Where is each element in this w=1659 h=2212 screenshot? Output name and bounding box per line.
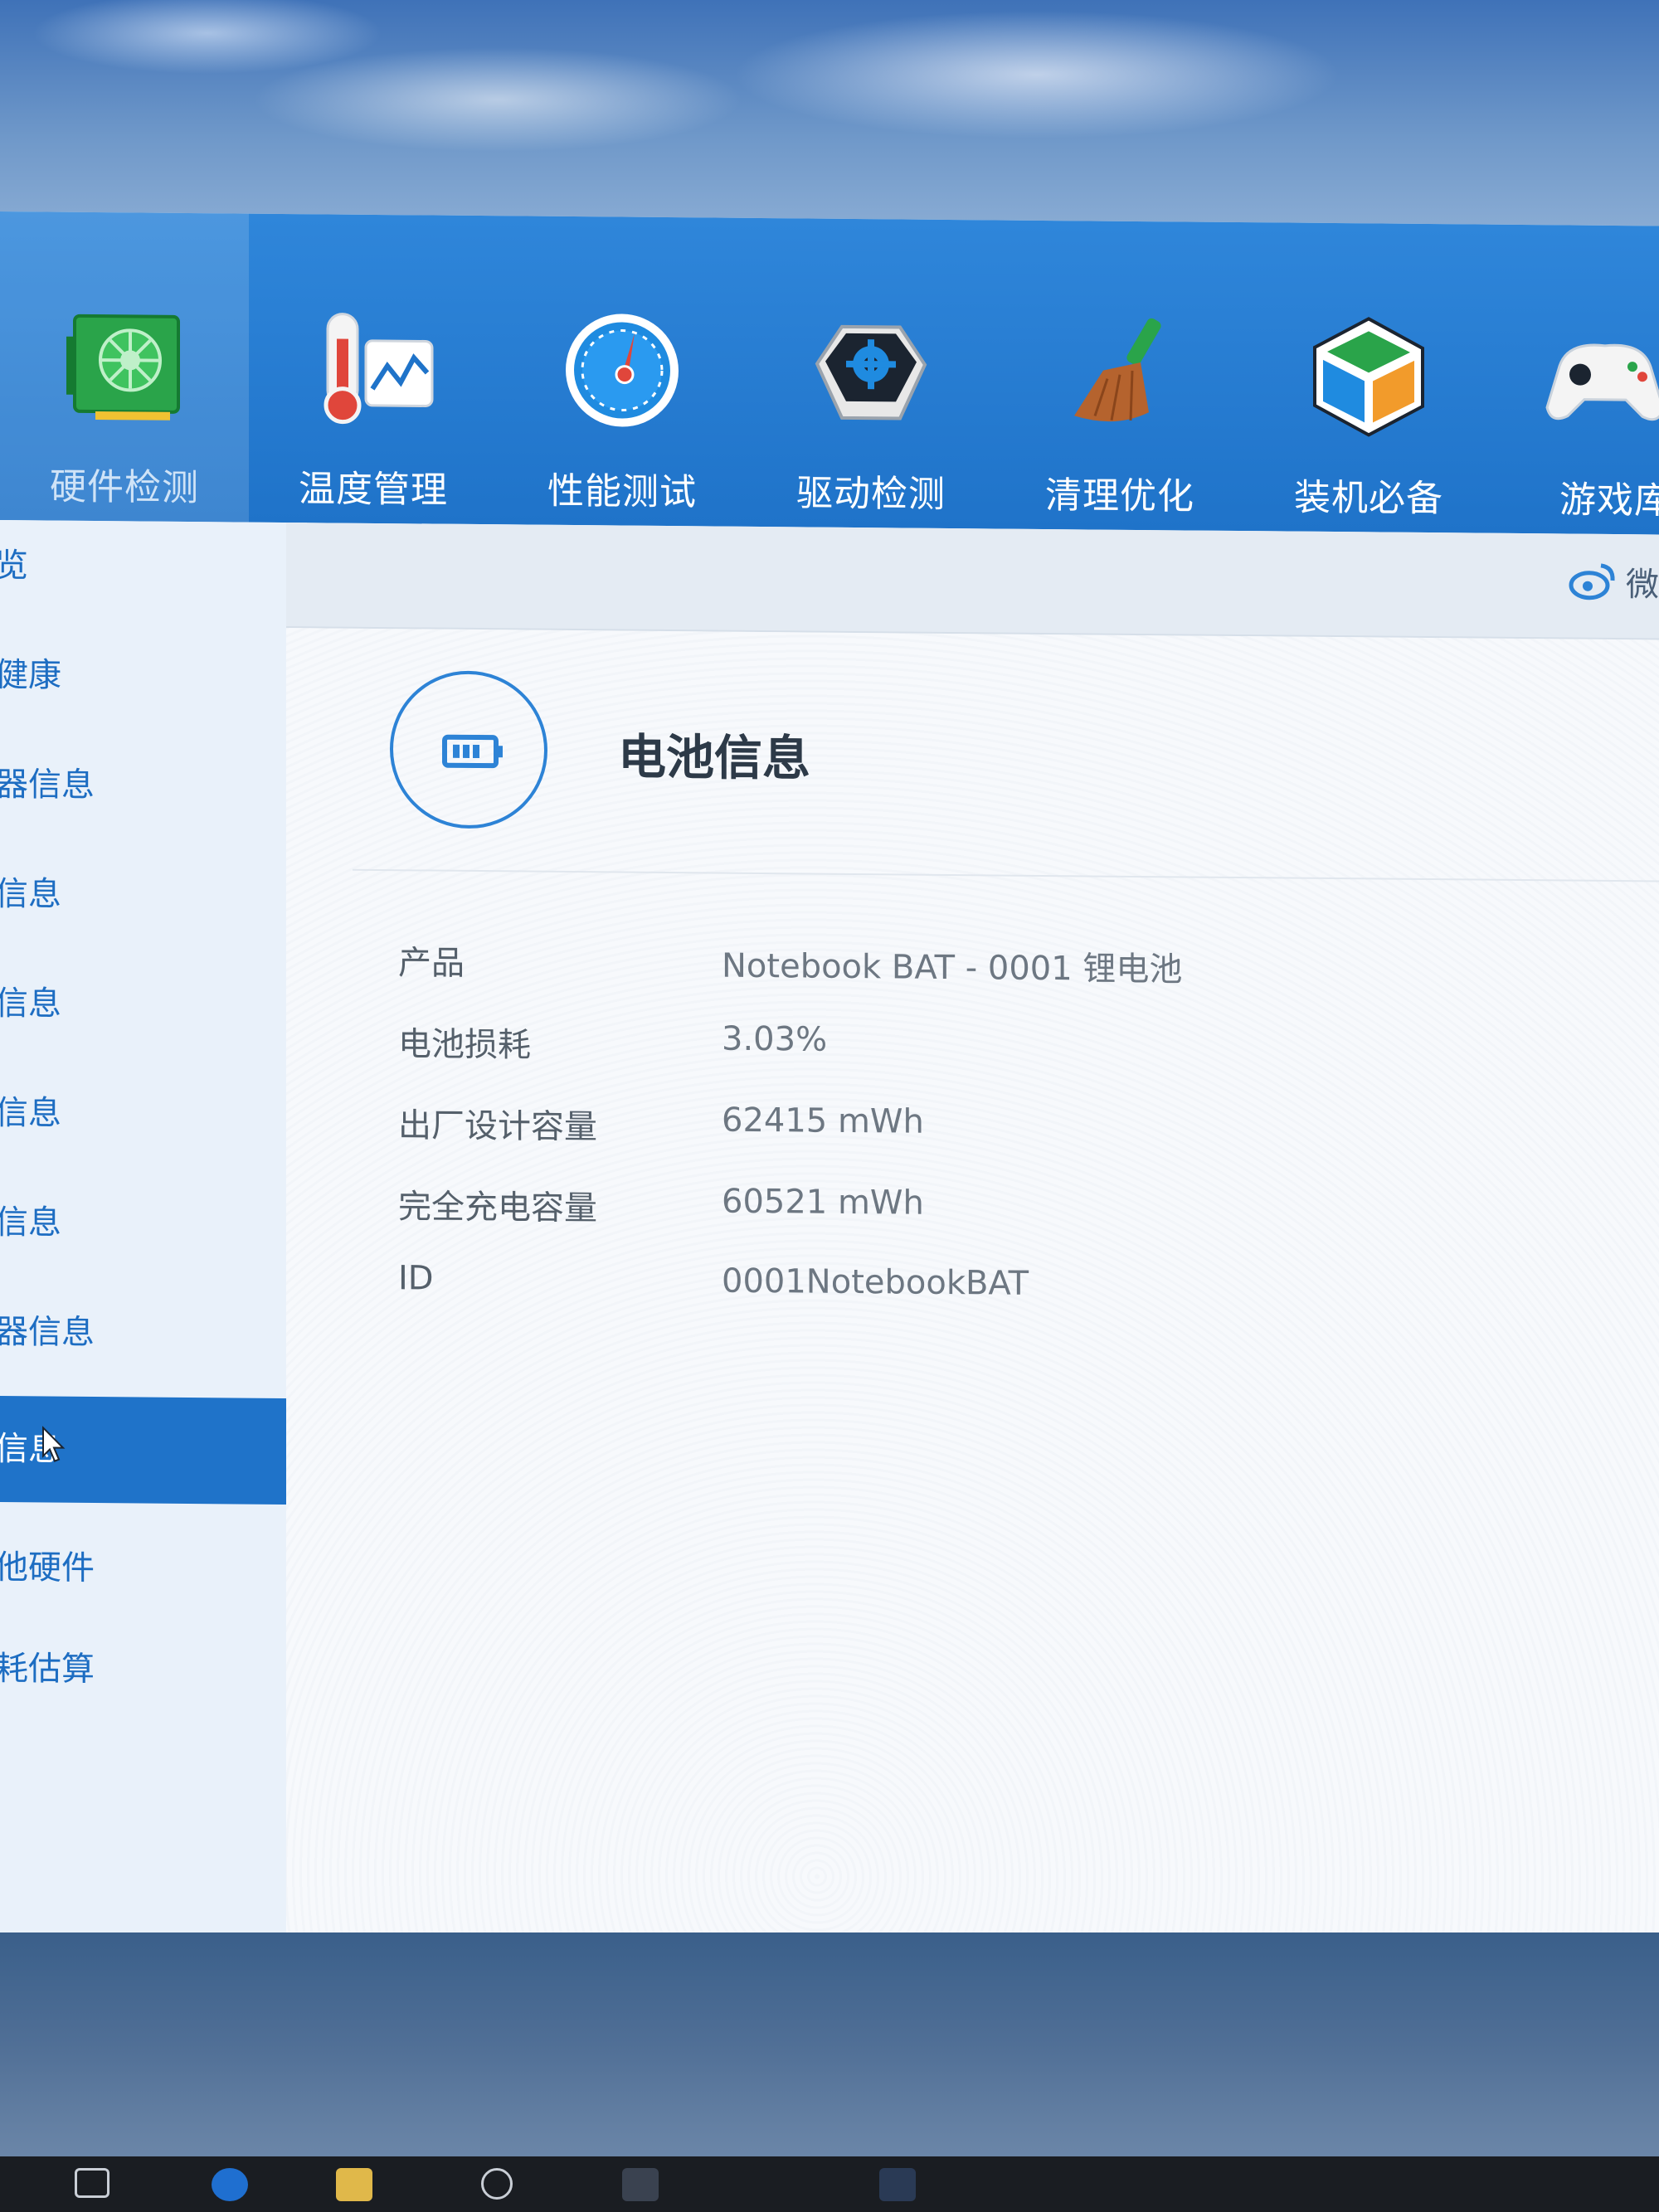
nav-item-temperature[interactable]: 温度管理 bbox=[249, 214, 498, 525]
thermometer-icon bbox=[324, 313, 434, 425]
sidebar-item-label: 他硬件 bbox=[0, 1548, 95, 1587]
taskbar bbox=[0, 2156, 1659, 2212]
sidebar-item-label: 览 bbox=[0, 546, 28, 586]
info-label: 完全充电容量 bbox=[398, 1188, 597, 1228]
sidebar: 览 健康 器信息 信息 信息 信息 信息 器信息 信息 他硬件 耗估算 bbox=[0, 520, 307, 1948]
info-row-product: 产品 Notebook BAT - 0001 锂电池 bbox=[398, 936, 1642, 996]
file-explorer-icon[interactable] bbox=[336, 2168, 372, 2201]
graphics-card-icon bbox=[66, 314, 180, 421]
task-view-icon[interactable] bbox=[75, 2168, 109, 2198]
nav-item-essentials[interactable]: 装机必备 bbox=[1244, 222, 1493, 533]
sidebar-item-label: 器信息 bbox=[0, 1312, 95, 1352]
broom-icon bbox=[1074, 318, 1161, 422]
nav-item-cleanup[interactable]: 清理优化 bbox=[995, 220, 1244, 531]
subheader: 微 bbox=[286, 523, 1659, 640]
info-label: 电池损耗 bbox=[398, 1025, 531, 1065]
sidebar-item[interactable]: 耗估算 bbox=[0, 1623, 307, 1717]
sidebar-item[interactable]: 信息 bbox=[0, 1177, 307, 1271]
sidebar-item-label: 健康 bbox=[0, 655, 61, 695]
browser-icon[interactable] bbox=[212, 2168, 248, 2201]
info-row-id: ID 0001NotebookBAT bbox=[398, 1259, 1642, 1320]
nav-label: 温度管理 bbox=[299, 468, 448, 512]
info-row-design-capacity: 出厂设计容量 62415 mWh bbox=[398, 1098, 1642, 1159]
nav-label: 驱动检测 bbox=[796, 472, 946, 516]
info-value: 0001NotebookBAT bbox=[722, 1262, 1029, 1303]
app-icon[interactable] bbox=[879, 2168, 916, 2201]
sidebar-item[interactable]: 信息 bbox=[0, 848, 307, 942]
info-label: 出厂设计容量 bbox=[398, 1106, 597, 1147]
info-row-wear: 电池损耗 3.03% bbox=[398, 1017, 1642, 1077]
cube-icon bbox=[1313, 317, 1424, 437]
info-label: 产品 bbox=[398, 944, 465, 983]
info-label: ID bbox=[398, 1259, 434, 1298]
mouse-cursor-icon bbox=[42, 1426, 66, 1462]
sidebar-item-label: 器信息 bbox=[0, 765, 95, 805]
gamepad-icon bbox=[1545, 343, 1659, 421]
info-value: 60521 mWh bbox=[722, 1182, 924, 1223]
page-title: 电池信息 bbox=[618, 728, 811, 787]
nav-item-driver-check[interactable]: 驱动检测 bbox=[747, 218, 995, 529]
info-value: 3.03% bbox=[722, 1019, 828, 1059]
search-icon[interactable] bbox=[481, 2168, 513, 2200]
speedometer-icon bbox=[566, 314, 679, 427]
battery-icon bbox=[442, 734, 503, 769]
sidebar-item[interactable]: 器信息 bbox=[0, 739, 307, 833]
nav-label: 装机必备 bbox=[1294, 476, 1443, 521]
divider bbox=[353, 868, 1659, 882]
app-window: 硬件检测 温度管理 性能测试 驱动检测 清理优化 装机必备 游戏库 览 健康 器… bbox=[0, 211, 1659, 1960]
weibo-icon[interactable] bbox=[1568, 558, 1618, 600]
driver-gear-icon bbox=[815, 324, 927, 421]
weibo-label[interactable]: 微 bbox=[1626, 557, 1659, 605]
battery-badge bbox=[390, 670, 547, 829]
nav-item-performance-test[interactable]: 性能测试 bbox=[498, 216, 747, 527]
nav-label: 性能测试 bbox=[547, 469, 697, 514]
sidebar-item-label: 耗估算 bbox=[0, 1649, 95, 1689]
app-icon[interactable] bbox=[622, 2168, 659, 2201]
sidebar-item-battery[interactable]: 信息 bbox=[0, 1396, 307, 1505]
nav-label: 硬件检测 bbox=[50, 465, 199, 510]
nav-label: 清理优化 bbox=[1045, 474, 1194, 518]
sidebar-item-label: 信息 bbox=[0, 1093, 61, 1133]
nav-label: 游戏库 bbox=[1559, 479, 1659, 523]
info-row-full-charge-capacity: 完全充电容量 60521 mWh bbox=[398, 1179, 1642, 1240]
info-value: 62415 mWh bbox=[722, 1101, 924, 1141]
sidebar-item-label: 信息 bbox=[0, 1203, 61, 1242]
info-value: Notebook BAT - 0001 锂电池 bbox=[722, 946, 1183, 989]
desktop-wallpaper bbox=[0, 0, 1659, 249]
nav-item-hardware-check[interactable]: 硬件检测 bbox=[0, 211, 249, 523]
sidebar-item[interactable]: 健康 bbox=[0, 630, 307, 723]
top-nav: 硬件检测 温度管理 性能测试 驱动检测 清理优化 装机必备 游戏库 bbox=[0, 211, 1659, 536]
sidebar-item-label: 信息 bbox=[0, 874, 61, 914]
nav-item-game-library[interactable]: 游戏库 bbox=[1493, 225, 1659, 536]
main-content: 电池信息 产品 Notebook BAT - 0001 锂电池 电池损耗 3.0… bbox=[286, 628, 1659, 1960]
sidebar-item[interactable]: 信息 bbox=[0, 958, 307, 1052]
desktop-wallpaper-bottom bbox=[0, 1932, 1659, 2156]
sidebar-item[interactable]: 他硬件 bbox=[0, 1522, 307, 1616]
sidebar-item[interactable]: 览 bbox=[0, 520, 307, 614]
sidebar-item[interactable]: 器信息 bbox=[0, 1286, 307, 1380]
sidebar-item[interactable]: 信息 bbox=[0, 1067, 307, 1161]
sidebar-item-label: 信息 bbox=[0, 984, 61, 1023]
